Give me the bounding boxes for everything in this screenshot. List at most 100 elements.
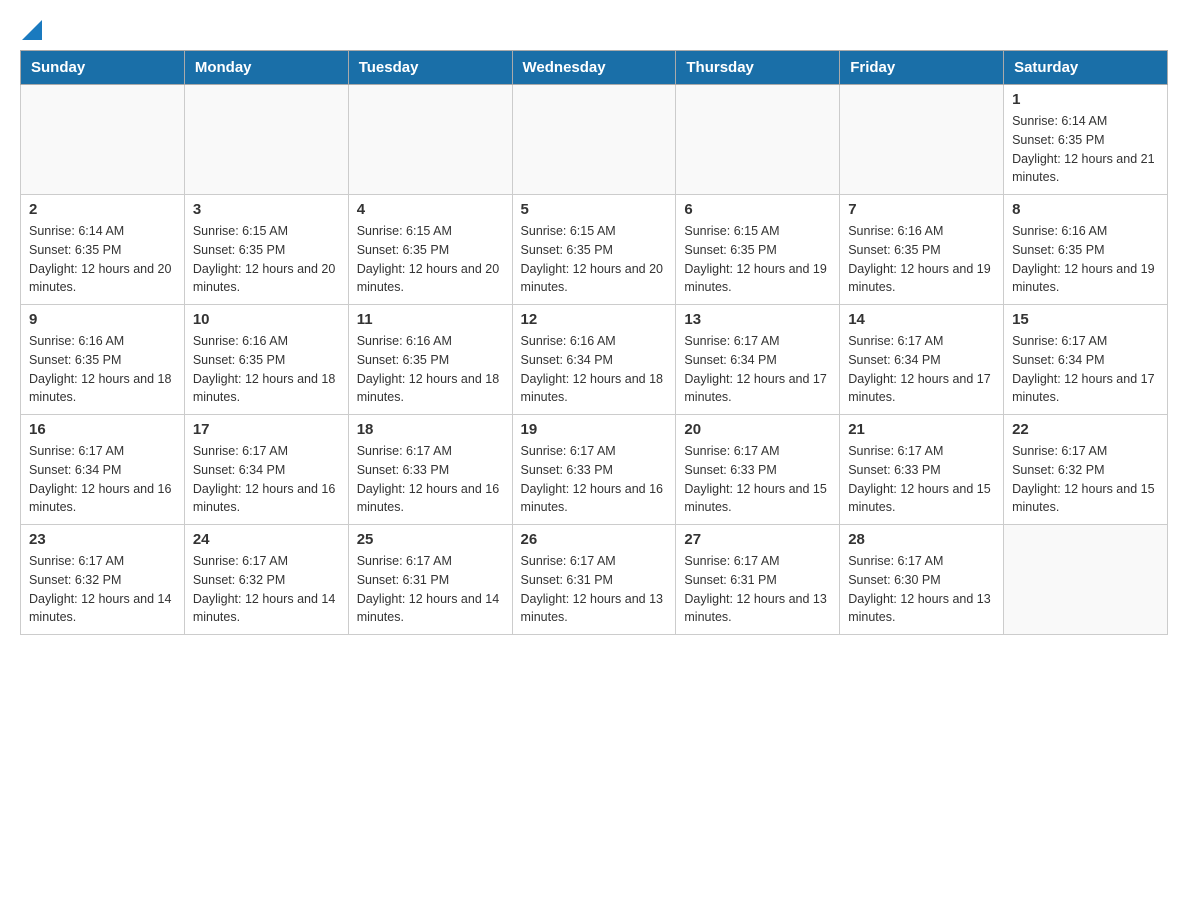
calendar-day: 12 Sunrise: 6:16 AMSunset: 6:34 PMDayligh… xyxy=(512,305,676,415)
day-number: 24 xyxy=(193,531,340,548)
calendar-day: 5 Sunrise: 6:15 AMSunset: 6:35 PMDaylight… xyxy=(512,195,676,305)
calendar-day: 7Sunrise: 6:16 AMSunset: 6:35 PMDaylight… xyxy=(840,195,1004,305)
day-number: 9 xyxy=(29,311,176,328)
day-info: Sunrise: 6:17 AMSunset: 6:33 PMDaylight:… xyxy=(521,442,668,517)
calendar-day: 11 Sunrise: 6:16 AMSunset: 6:35 PMDayligh… xyxy=(348,305,512,415)
calendar-day: 15 Sunrise: 6:17 AMSunset: 6:34 PMDayligh… xyxy=(1004,305,1168,415)
day-number: 22 xyxy=(1012,421,1159,438)
day-info: Sunrise: 6:17 AMSunset: 6:34 PMDaylight:… xyxy=(29,442,176,517)
day-number: 11 xyxy=(357,311,504,328)
calendar-day: 27 Sunrise: 6:17 AMSunset: 6:31 PMDayligh… xyxy=(676,525,840,635)
day-number: 7 xyxy=(848,201,995,218)
day-number: 27 xyxy=(684,531,831,548)
day-info: Sunrise: 6:17 AMSunset: 6:33 PMDaylight:… xyxy=(684,442,831,517)
day-number: 19 xyxy=(521,421,668,438)
day-info: Sunrise: 6:14 AMSunset: 6:35 PMDaylight:… xyxy=(29,222,176,297)
calendar-day xyxy=(21,85,185,195)
calendar-day xyxy=(676,85,840,195)
day-number: 20 xyxy=(684,421,831,438)
day-header-wednesday: Wednesday xyxy=(512,51,676,85)
day-info: Sunrise: 6:14 AMSunset: 6:35 PMDaylight:… xyxy=(1012,112,1159,187)
day-number: 10 xyxy=(193,311,340,328)
day-info: Sunrise: 6:17 AMSunset: 6:34 PMDaylight:… xyxy=(848,332,995,407)
calendar-day: 17 Sunrise: 6:17 AMSunset: 6:34 PMDayligh… xyxy=(184,415,348,525)
day-info: Sunrise: 6:16 AMSunset: 6:35 PMDaylight:… xyxy=(29,332,176,407)
page-header xyxy=(20,20,1168,40)
day-number: 26 xyxy=(521,531,668,548)
day-number: 28 xyxy=(848,531,995,548)
calendar-day: 8Sunrise: 6:16 AMSunset: 6:35 PMDaylight… xyxy=(1004,195,1168,305)
calendar-day: 1 Sunrise: 6:14 AMSunset: 6:35 PMDaylight… xyxy=(1004,85,1168,195)
calendar-day xyxy=(1004,525,1168,635)
day-header-tuesday: Tuesday xyxy=(348,51,512,85)
calendar-day: 2 Sunrise: 6:14 AMSunset: 6:35 PMDaylight… xyxy=(21,195,185,305)
day-number: 21 xyxy=(848,421,995,438)
day-number: 8 xyxy=(1012,201,1159,218)
day-info: Sunrise: 6:15 AMSunset: 6:35 PMDaylight:… xyxy=(357,222,504,297)
day-info: Sunrise: 6:17 AMSunset: 6:31 PMDaylight:… xyxy=(357,552,504,627)
day-number: 6 xyxy=(684,201,831,218)
day-info: Sunrise: 6:16 AMSunset: 6:34 PMDaylight:… xyxy=(521,332,668,407)
calendar-day: 13Sunrise: 6:17 AMSunset: 6:34 PMDayligh… xyxy=(676,305,840,415)
calendar-day xyxy=(184,85,348,195)
week-row-1: 1 Sunrise: 6:14 AMSunset: 6:35 PMDaylight… xyxy=(21,85,1168,195)
calendar-header-row: SundayMondayTuesdayWednesdayThursdayFrid… xyxy=(21,51,1168,85)
week-row-4: 16 Sunrise: 6:17 AMSunset: 6:34 PMDayligh… xyxy=(21,415,1168,525)
day-number: 18 xyxy=(357,421,504,438)
day-info: Sunrise: 6:17 AMSunset: 6:34 PMDaylight:… xyxy=(193,442,340,517)
calendar-day: 23Sunrise: 6:17 AMSunset: 6:32 PMDayligh… xyxy=(21,525,185,635)
day-info: Sunrise: 6:16 AMSunset: 6:35 PMDaylight:… xyxy=(193,332,340,407)
week-row-3: 9 Sunrise: 6:16 AMSunset: 6:35 PMDaylight… xyxy=(21,305,1168,415)
day-number: 5 xyxy=(521,201,668,218)
calendar-day: 9 Sunrise: 6:16 AMSunset: 6:35 PMDaylight… xyxy=(21,305,185,415)
day-info: Sunrise: 6:17 AMSunset: 6:32 PMDaylight:… xyxy=(193,552,340,627)
day-number: 12 xyxy=(521,311,668,328)
calendar-day: 20 Sunrise: 6:17 AMSunset: 6:33 PMDayligh… xyxy=(676,415,840,525)
week-row-2: 2 Sunrise: 6:14 AMSunset: 6:35 PMDaylight… xyxy=(21,195,1168,305)
calendar-day: 10 Sunrise: 6:16 AMSunset: 6:35 PMDayligh… xyxy=(184,305,348,415)
calendar-day: 16 Sunrise: 6:17 AMSunset: 6:34 PMDayligh… xyxy=(21,415,185,525)
day-number: 3 xyxy=(193,201,340,218)
calendar-day xyxy=(512,85,676,195)
day-header-friday: Friday xyxy=(840,51,1004,85)
day-info: Sunrise: 6:17 AMSunset: 6:30 PMDaylight:… xyxy=(848,552,995,627)
calendar-day xyxy=(840,85,1004,195)
day-number: 13 xyxy=(684,311,831,328)
day-header-thursday: Thursday xyxy=(676,51,840,85)
calendar-day: 25 Sunrise: 6:17 AMSunset: 6:31 PMDayligh… xyxy=(348,525,512,635)
day-number: 4 xyxy=(357,201,504,218)
calendar-day: 26 Sunrise: 6:17 AMSunset: 6:31 PMDayligh… xyxy=(512,525,676,635)
calendar-day: 22 Sunrise: 6:17 AMSunset: 6:32 PMDayligh… xyxy=(1004,415,1168,525)
day-number: 15 xyxy=(1012,311,1159,328)
calendar-table: SundayMondayTuesdayWednesdayThursdayFrid… xyxy=(20,50,1168,635)
day-number: 17 xyxy=(193,421,340,438)
day-info: Sunrise: 6:17 AMSunset: 6:33 PMDaylight:… xyxy=(357,442,504,517)
day-number: 14 xyxy=(848,311,995,328)
calendar-day: 6 Sunrise: 6:15 AMSunset: 6:35 PMDaylight… xyxy=(676,195,840,305)
day-header-monday: Monday xyxy=(184,51,348,85)
day-info: Sunrise: 6:15 AMSunset: 6:35 PMDaylight:… xyxy=(193,222,340,297)
day-info: Sunrise: 6:17 AMSunset: 6:32 PMDaylight:… xyxy=(1012,442,1159,517)
day-number: 25 xyxy=(357,531,504,548)
day-header-sunday: Sunday xyxy=(21,51,185,85)
calendar-day: 28 Sunrise: 6:17 AMSunset: 6:30 PMDayligh… xyxy=(840,525,1004,635)
calendar-day: 14 Sunrise: 6:17 AMSunset: 6:34 PMDayligh… xyxy=(840,305,1004,415)
logo-triangle-icon xyxy=(22,20,42,40)
day-info: Sunrise: 6:15 AMSunset: 6:35 PMDaylight:… xyxy=(521,222,668,297)
calendar-day: 21 Sunrise: 6:17 AMSunset: 6:33 PMDayligh… xyxy=(840,415,1004,525)
day-number: 23 xyxy=(29,531,176,548)
day-info: Sunrise: 6:15 AMSunset: 6:35 PMDaylight:… xyxy=(684,222,831,297)
calendar-day xyxy=(348,85,512,195)
day-info: Sunrise: 6:17 AMSunset: 6:31 PMDaylight:… xyxy=(521,552,668,627)
day-info: Sunrise: 6:17 AMSunset: 6:31 PMDaylight:… xyxy=(684,552,831,627)
day-info: Sunrise: 6:17 AMSunset: 6:33 PMDaylight:… xyxy=(848,442,995,517)
day-info: Sunrise: 6:16 AMSunset: 6:35 PMDaylight:… xyxy=(357,332,504,407)
calendar-day: 24 Sunrise: 6:17 AMSunset: 6:32 PMDayligh… xyxy=(184,525,348,635)
calendar-day: 18 Sunrise: 6:17 AMSunset: 6:33 PMDayligh… xyxy=(348,415,512,525)
calendar-day: 4 Sunrise: 6:15 AMSunset: 6:35 PMDaylight… xyxy=(348,195,512,305)
day-number: 1 xyxy=(1012,91,1159,108)
day-info: Sunrise: 6:17 AMSunset: 6:34 PMDaylight:… xyxy=(1012,332,1159,407)
day-number: 16 xyxy=(29,421,176,438)
logo xyxy=(20,20,42,40)
day-number: 2 xyxy=(29,201,176,218)
